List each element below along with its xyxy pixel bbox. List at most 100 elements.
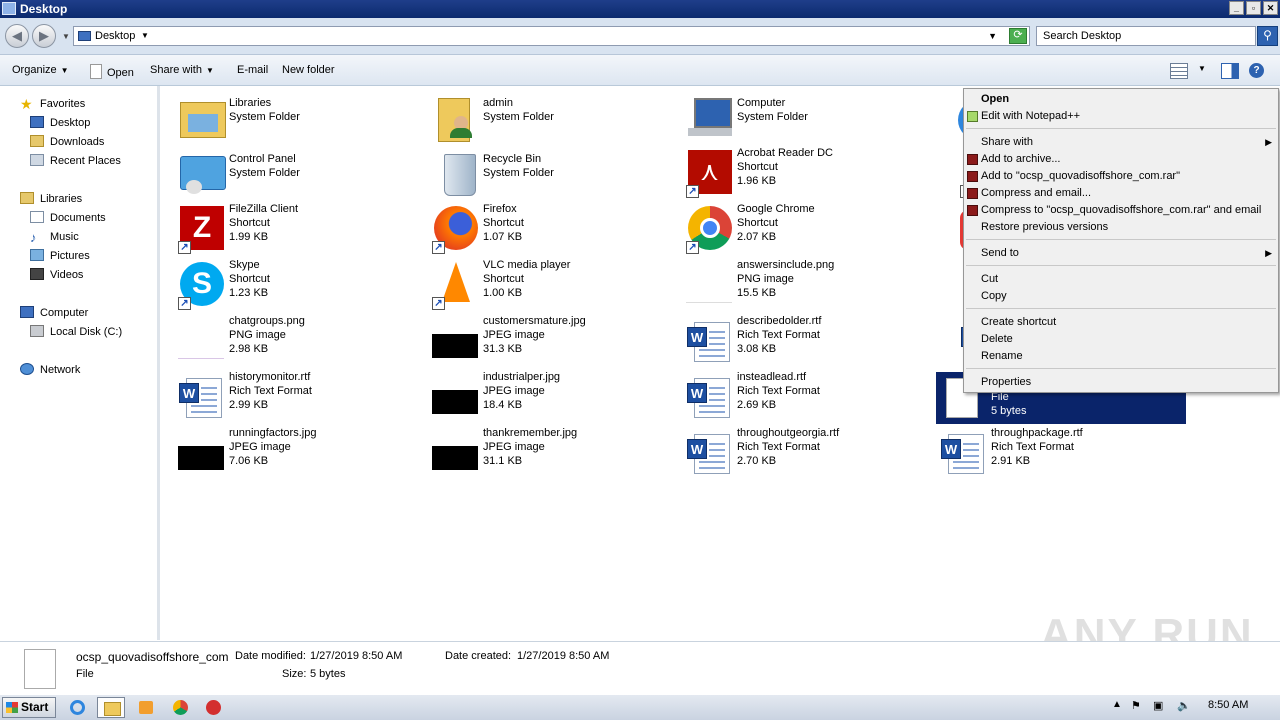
- back-button[interactable]: ◀: [5, 24, 29, 48]
- nav-computer[interactable]: Computer: [20, 305, 88, 321]
- search-input[interactable]: Search Desktop: [1036, 26, 1256, 46]
- details-date-created-label: Date created:: [445, 650, 512, 662]
- file-item-firefox[interactable]: ↗ Firefox Shortcut 1.07 KB: [414, 198, 664, 254]
- menu-item-send-to[interactable]: Send to ▶: [964, 245, 1278, 262]
- menu-item-cut[interactable]: Cut: [964, 271, 1278, 288]
- nav-desktop[interactable]: Desktop: [30, 115, 90, 131]
- view-chevron-down-icon[interactable]: ▼: [1198, 64, 1206, 73]
- menu-item-compress-rar-email[interactable]: Compress to "ocsp_quovadisoffshore_com.r…: [964, 202, 1278, 219]
- menu-item-share-with[interactable]: Share with ▶: [964, 134, 1278, 151]
- nav-recent-places[interactable]: Recent Places: [30, 153, 121, 169]
- nav-libraries[interactable]: Libraries: [20, 191, 82, 207]
- file-item-skype[interactable]: S ↗ Skype Shortcut 1.23 KB: [160, 254, 410, 310]
- file-item-chatgroups[interactable]: chatgroups.png PNG image 2.98 KB: [160, 310, 410, 364]
- file-item-describedolder[interactable]: W describedolder.rtf Rich Text Format 3.08…: [668, 310, 918, 364]
- file-item-historymonitor[interactable]: W historymonitor.rtf Rich Text Format 2.99…: [160, 366, 410, 420]
- preview-pane-icon[interactable]: [1221, 63, 1239, 79]
- action-center-flag-icon[interactable]: ⚑: [1131, 699, 1141, 712]
- file-type: System Folder: [737, 111, 808, 123]
- file-name: thankremember.jpg: [483, 427, 578, 439]
- nav-music[interactable]: ♪ Music: [30, 229, 79, 245]
- nav-network[interactable]: Network: [20, 362, 80, 378]
- clock[interactable]: 8:50 AM: [1208, 699, 1248, 711]
- address-history-dropdown[interactable]: ▼: [988, 31, 997, 41]
- nav-videos[interactable]: Videos: [30, 267, 83, 283]
- file-item-runningfactors[interactable]: runningfactors.jpg JPEG image 7.06 KB: [160, 422, 410, 476]
- close-button[interactable]: ✕: [1263, 1, 1278, 15]
- new-folder-button[interactable]: New folder: [282, 64, 335, 76]
- volume-icon[interactable]: 🔈: [1177, 699, 1191, 712]
- menu-item-add-to-rar[interactable]: Add to "ocsp_quovadisoffshore_com.rar": [964, 168, 1278, 185]
- taskbar-chrome[interactable]: [166, 697, 194, 718]
- menu-item-create-shortcut[interactable]: Create shortcut: [964, 314, 1278, 331]
- view-options-icon[interactable]: [1170, 63, 1188, 79]
- minimize-button[interactable]: _: [1229, 1, 1244, 15]
- nav-local-disk[interactable]: Local Disk (C:): [30, 324, 122, 340]
- file-name: chatgroups.png: [229, 315, 305, 327]
- file-item-vlc[interactable]: ↗ VLC media player Shortcut 1.00 KB: [414, 254, 664, 310]
- file-name: admin: [483, 97, 513, 109]
- file-item-throughpackage[interactable]: W throughpackage.rtf Rich Text Format 2.91…: [922, 422, 1172, 476]
- file-item-filezilla[interactable]: Z ↗ FileZilla Client Shortcut 1.99 KB: [160, 198, 410, 254]
- menu-item-open[interactable]: Open: [964, 91, 1278, 108]
- taskbar-ie[interactable]: [64, 697, 92, 718]
- jpeg-thumbnail-icon: [178, 430, 226, 478]
- file-size: 18.4 KB: [483, 399, 523, 411]
- file-item-chrome[interactable]: ↗ Google Chrome Shortcut 2.07 KB: [668, 198, 918, 254]
- media-player-icon: [139, 701, 153, 714]
- organize-button[interactable]: Organize ▼: [12, 64, 69, 76]
- menu-item-add-archive[interactable]: Add to archive...: [964, 151, 1278, 168]
- file-item-admin[interactable]: admin System Folder: [414, 86, 664, 142]
- menu-item-properties[interactable]: Properties: [964, 374, 1278, 391]
- address-bar[interactable]: Desktop ▼ ▼ ⟳: [73, 26, 1030, 46]
- file-item-control-panel[interactable]: Control Panel System Folder: [160, 142, 410, 196]
- file-name: Libraries: [229, 97, 272, 109]
- file-item-customersmature[interactable]: customersmature.jpg JPEG image 31.3 KB: [414, 310, 664, 364]
- nav-pictures[interactable]: Pictures: [30, 248, 90, 264]
- nav-label: Documents: [50, 212, 106, 224]
- help-icon[interactable]: ?: [1249, 63, 1264, 78]
- taskbar-media-player[interactable]: [132, 697, 160, 718]
- file-item-libraries[interactable]: Libraries System Folder: [160, 86, 410, 140]
- refresh-icon[interactable]: ⟳: [1009, 28, 1027, 44]
- filezilla-icon: Z ↗: [178, 206, 226, 254]
- nav-label: Pictures: [50, 250, 90, 262]
- open-button[interactable]: Open: [90, 64, 134, 79]
- file-item-insteadlead[interactable]: W insteadlead.rtf Rich Text Format 2.69 KB: [668, 366, 918, 420]
- search-icon[interactable]: ⚲: [1257, 26, 1278, 46]
- nav-downloads[interactable]: Downloads: [30, 134, 104, 150]
- nav-favorites[interactable]: ★ Favorites: [20, 96, 85, 112]
- menu-item-delete[interactable]: Delete: [964, 331, 1278, 348]
- details-date-modified: 1/27/2019 8:50 AM: [310, 650, 403, 662]
- open-label: Open: [107, 67, 134, 79]
- menu-item-rename[interactable]: Rename: [964, 348, 1278, 365]
- menu-item-compress-email[interactable]: Compress and email...: [964, 185, 1278, 202]
- file-item-thankremember[interactable]: thankremember.jpg JPEG image 31.1 KB: [414, 422, 664, 476]
- menu-item-copy[interactable]: Copy: [964, 288, 1278, 305]
- maximize-button[interactable]: ▫: [1246, 1, 1261, 15]
- menu-item-restore-versions[interactable]: Restore previous versions: [964, 219, 1278, 236]
- menu-item-edit-notepad[interactable]: Edit with Notepad++: [964, 108, 1278, 125]
- network-tray-icon[interactable]: ▣: [1153, 699, 1163, 712]
- location-chevron-icon[interactable]: ▼: [141, 31, 149, 40]
- file-item-recycle-bin[interactable]: Recycle Bin System Folder: [414, 142, 664, 196]
- forward-button[interactable]: ▶: [32, 24, 56, 48]
- share-with-button[interactable]: Share with ▼: [150, 64, 214, 76]
- tray-expand-icon[interactable]: ▲: [1112, 699, 1122, 710]
- details-date-modified-label: Date modified:: [235, 650, 306, 662]
- recent-pages-dropdown[interactable]: ▼: [62, 32, 70, 41]
- details-date-created: 1/27/2019 8:50 AM: [517, 650, 610, 662]
- file-item-answersinclude[interactable]: answersinclude.png PNG image 15.5 KB: [668, 254, 918, 308]
- start-button[interactable]: Start: [2, 697, 56, 718]
- address-location[interactable]: Desktop: [95, 30, 135, 42]
- hard-disk-icon: [30, 325, 44, 337]
- file-item-acrobat[interactable]: ⋏ ↗ Acrobat Reader DC Shortcut 1.96 KB: [668, 142, 918, 198]
- nav-documents[interactable]: Documents: [30, 210, 106, 226]
- taskbar-explorer[interactable]: [97, 697, 125, 718]
- email-button[interactable]: E-mail: [237, 64, 268, 76]
- taskbar-app-red[interactable]: [199, 697, 227, 718]
- folder-icon: [104, 702, 121, 716]
- file-item-industrialper[interactable]: industrialper.jpg JPEG image 18.4 KB: [414, 366, 664, 420]
- file-item-computer[interactable]: Computer System Folder: [668, 86, 918, 140]
- file-item-throughoutgeorgia[interactable]: W throughoutgeorgia.rtf Rich Text Format 2…: [668, 422, 918, 476]
